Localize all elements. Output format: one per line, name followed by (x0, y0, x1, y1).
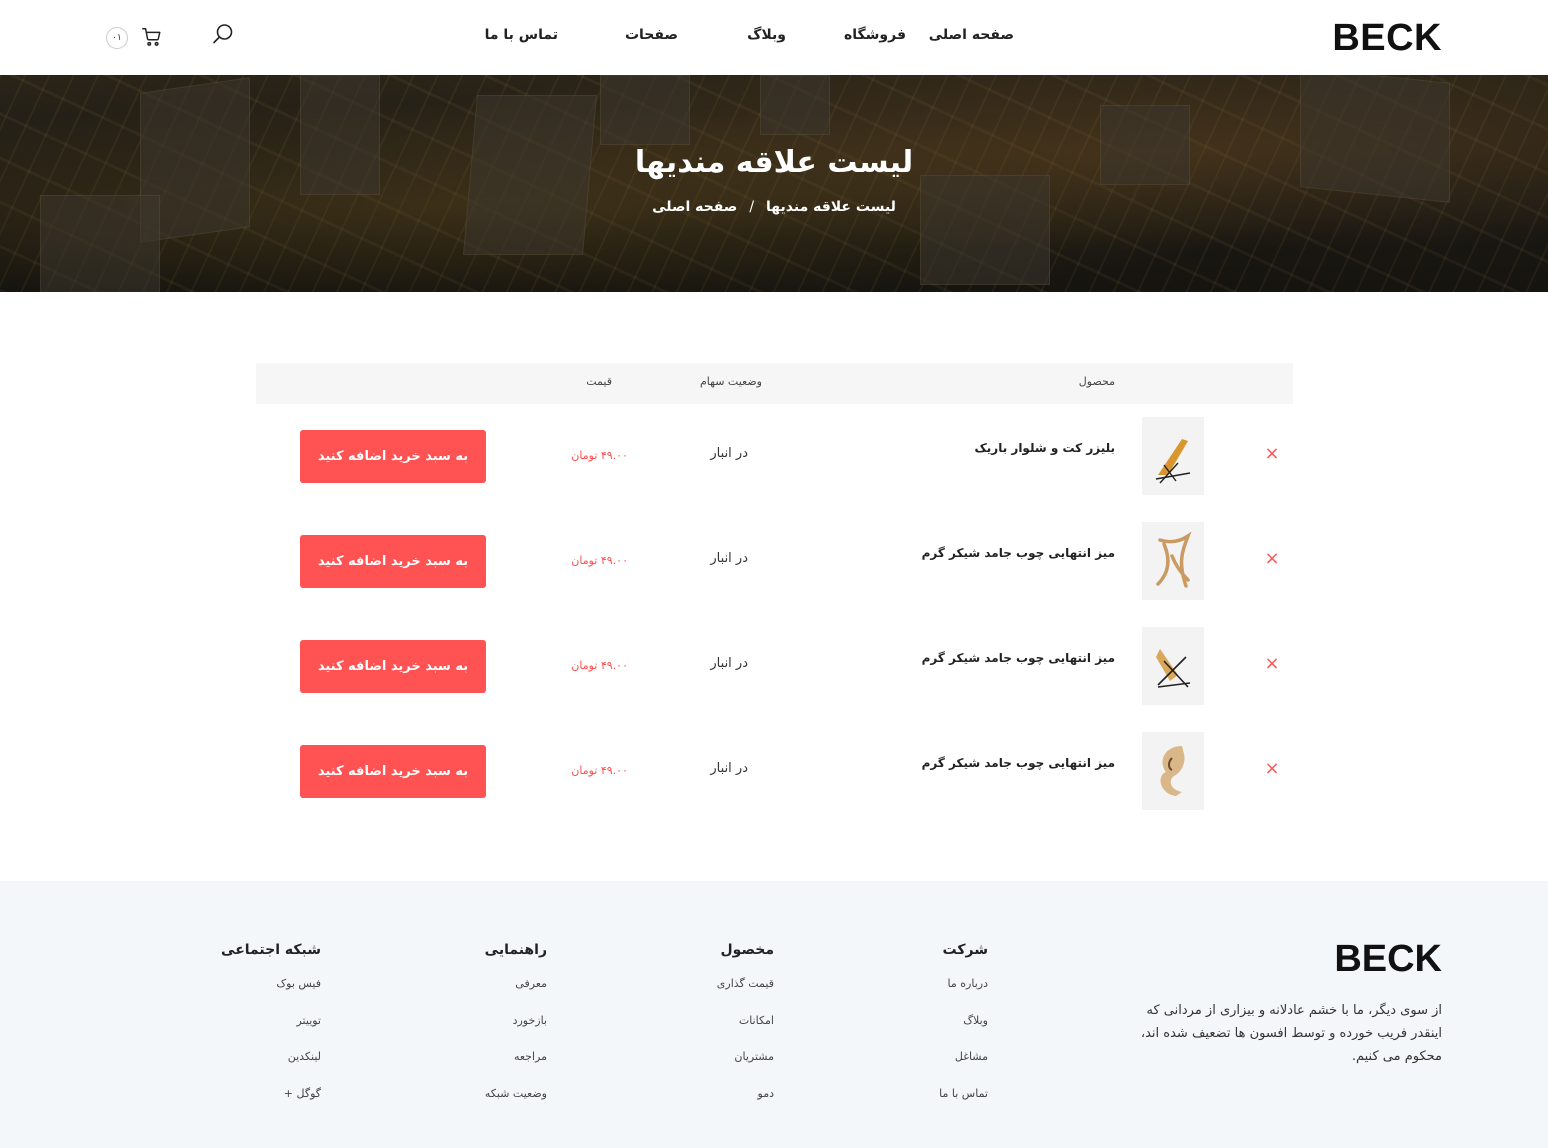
lounge-chair-icon[interactable] (1142, 417, 1204, 495)
footer-link-facebook[interactable]: فیس بوک (276, 977, 321, 990)
footer-column-title: شرکت (942, 942, 988, 958)
footer-link-twitter[interactable]: توییتر (296, 1014, 321, 1027)
cart-count-badge[interactable]: ۰۱ (106, 27, 128, 49)
remove-close-icon[interactable]: × (1264, 445, 1280, 463)
footer-link-google-plus[interactable]: گوگل + (284, 1087, 321, 1100)
product-name[interactable]: میز انتهایی چوب جامد شیکر گرم (922, 651, 1115, 665)
footer-link-features[interactable]: امکانات (739, 1014, 774, 1027)
cart-icon[interactable] (141, 26, 163, 48)
breadcrumb-current: لیست علاقه مندیها (766, 199, 896, 215)
folding-chair-icon[interactable] (1142, 627, 1204, 705)
add-to-cart-button[interactable]: به سبد خرید اضافه کنید (300, 535, 486, 588)
nav-blog[interactable]: وبلاگ (747, 24, 786, 46)
footer-link-feedback[interactable]: بازخورد (513, 1014, 547, 1027)
table-row: × بلیزر کت و شلوار باریک در انبار ۴۹.۰۰ … (256, 404, 1293, 509)
footer-logo[interactable]: BECK (1334, 939, 1442, 979)
header-actions: ۰۱ (105, 22, 240, 52)
footer-link-careers[interactable]: مشاغل (955, 1050, 988, 1063)
add-to-cart-button[interactable]: به سبد خرید اضافه کنید (300, 640, 486, 693)
footer-link-network-status[interactable]: وضعیت شبکه (485, 1087, 547, 1100)
table-header: محصول وضعیت سهام قیمت (256, 363, 1293, 404)
footer-link-contact[interactable]: تماس با ما (939, 1087, 988, 1100)
remove-close-icon[interactable]: × (1264, 550, 1280, 568)
footer-link-demo[interactable]: دمو (758, 1087, 774, 1100)
site-header: BECK صفحه اصلی فروشگاه وبلاگ صفحات تماس … (0, 0, 1548, 75)
header-price: قیمت (586, 375, 612, 388)
search-icon[interactable] (211, 22, 235, 46)
footer-link-referral[interactable]: مراجعه (514, 1050, 547, 1063)
footer-link-pricing[interactable]: قیمت گذاری (717, 977, 774, 990)
page-title: لیست علاقه مندیها (634, 145, 914, 180)
product-price: ۴۹.۰۰ تومان (571, 764, 628, 777)
product-price: ۴۹.۰۰ تومان (571, 659, 628, 672)
product-name[interactable]: میز انتهایی چوب جامد شیکر گرم (922, 546, 1115, 560)
page-hero-banner: لیست علاقه مندیها لیست علاقه مندیها / صفحه… (0, 75, 1548, 292)
footer-column-help: راهنمایی معرفی بازخورد مراجعه وضعیت شبکه (485, 939, 547, 1121)
footer-column-title: راهنمایی (484, 942, 547, 958)
footer-column-company: شرکت درباره ما وبلاگ مشاغل تماس با ما (939, 939, 988, 1121)
remove-close-icon[interactable]: × (1264, 655, 1280, 673)
footer-link-intro[interactable]: معرفی (515, 977, 547, 990)
site-footer: BECK از سوی دیگر، ما با خشم عادلانه و بی… (0, 881, 1548, 1148)
footer-column-title: مخصول (720, 942, 774, 958)
nav-home[interactable]: صفحه اصلی (929, 24, 1014, 46)
stock-status: در انبار (710, 551, 748, 566)
stock-status: در انبار (710, 761, 748, 776)
add-to-cart-button[interactable]: به سبد خرید اضافه کنید (300, 745, 486, 798)
curved-wood-chair-icon[interactable] (1142, 732, 1204, 810)
stock-status: در انبار (710, 656, 748, 671)
add-to-cart-button[interactable]: به سبد خرید اضافه کنید (300, 430, 486, 483)
wooden-stool-icon[interactable] (1142, 522, 1204, 600)
table-row: × میز انتهایی چوب جامد شیکر گرم در انبار… (256, 719, 1293, 824)
header-stock: وضعیت سهام (699, 375, 762, 388)
stock-status: در انبار (710, 446, 748, 461)
product-price: ۴۹.۰۰ تومان (571, 554, 628, 567)
table-row: × میز انتهایی چوب جامد شیکر گرم در انبار… (256, 614, 1293, 719)
footer-link-blog[interactable]: وبلاگ (963, 1014, 988, 1027)
wishlist-table: محصول وضعیت سهام قیمت × بلیزر کت و شلوار… (256, 363, 1293, 824)
breadcrumb-home[interactable]: صفحه اصلی (652, 199, 737, 215)
nav-contact[interactable]: تماس با ما (485, 24, 558, 46)
remove-close-icon[interactable]: × (1264, 760, 1280, 778)
breadcrumb-separator: / (749, 199, 755, 215)
table-row: × میز انتهایی چوب جامد شیکر گرم در انبار… (256, 509, 1293, 614)
footer-link-linkedin[interactable]: لینکدین (288, 1050, 321, 1063)
footer-link-customers[interactable]: مشتریان (734, 1050, 774, 1063)
product-name[interactable]: بلیزر کت و شلوار باریک (975, 441, 1115, 455)
footer-column-title: شبکه اجتماعی (221, 942, 321, 958)
header-product: محصول (1078, 375, 1115, 388)
nav-pages[interactable]: صفحات (625, 24, 678, 46)
nav-shop[interactable]: فروشگاه (844, 24, 906, 46)
footer-column-product: مخصول قیمت گذاری امکانات مشتریان دمو (717, 939, 774, 1121)
breadcrumb: لیست علاقه مندیها / صفحه اصلی (0, 196, 1548, 218)
footer-link-about[interactable]: درباره ما (948, 977, 988, 990)
product-price: ۴۹.۰۰ تومان (571, 449, 628, 462)
footer-about-text: از سوی دیگر، ما با خشم عادلانه و بیزاری … (1140, 1003, 1442, 1064)
product-name[interactable]: میز انتهایی چوب جامد شیکر گرم (922, 756, 1115, 770)
footer-column-social: شبکه اجتماعی فیس بوک توییتر لینکدین گوگل… (221, 939, 321, 1121)
